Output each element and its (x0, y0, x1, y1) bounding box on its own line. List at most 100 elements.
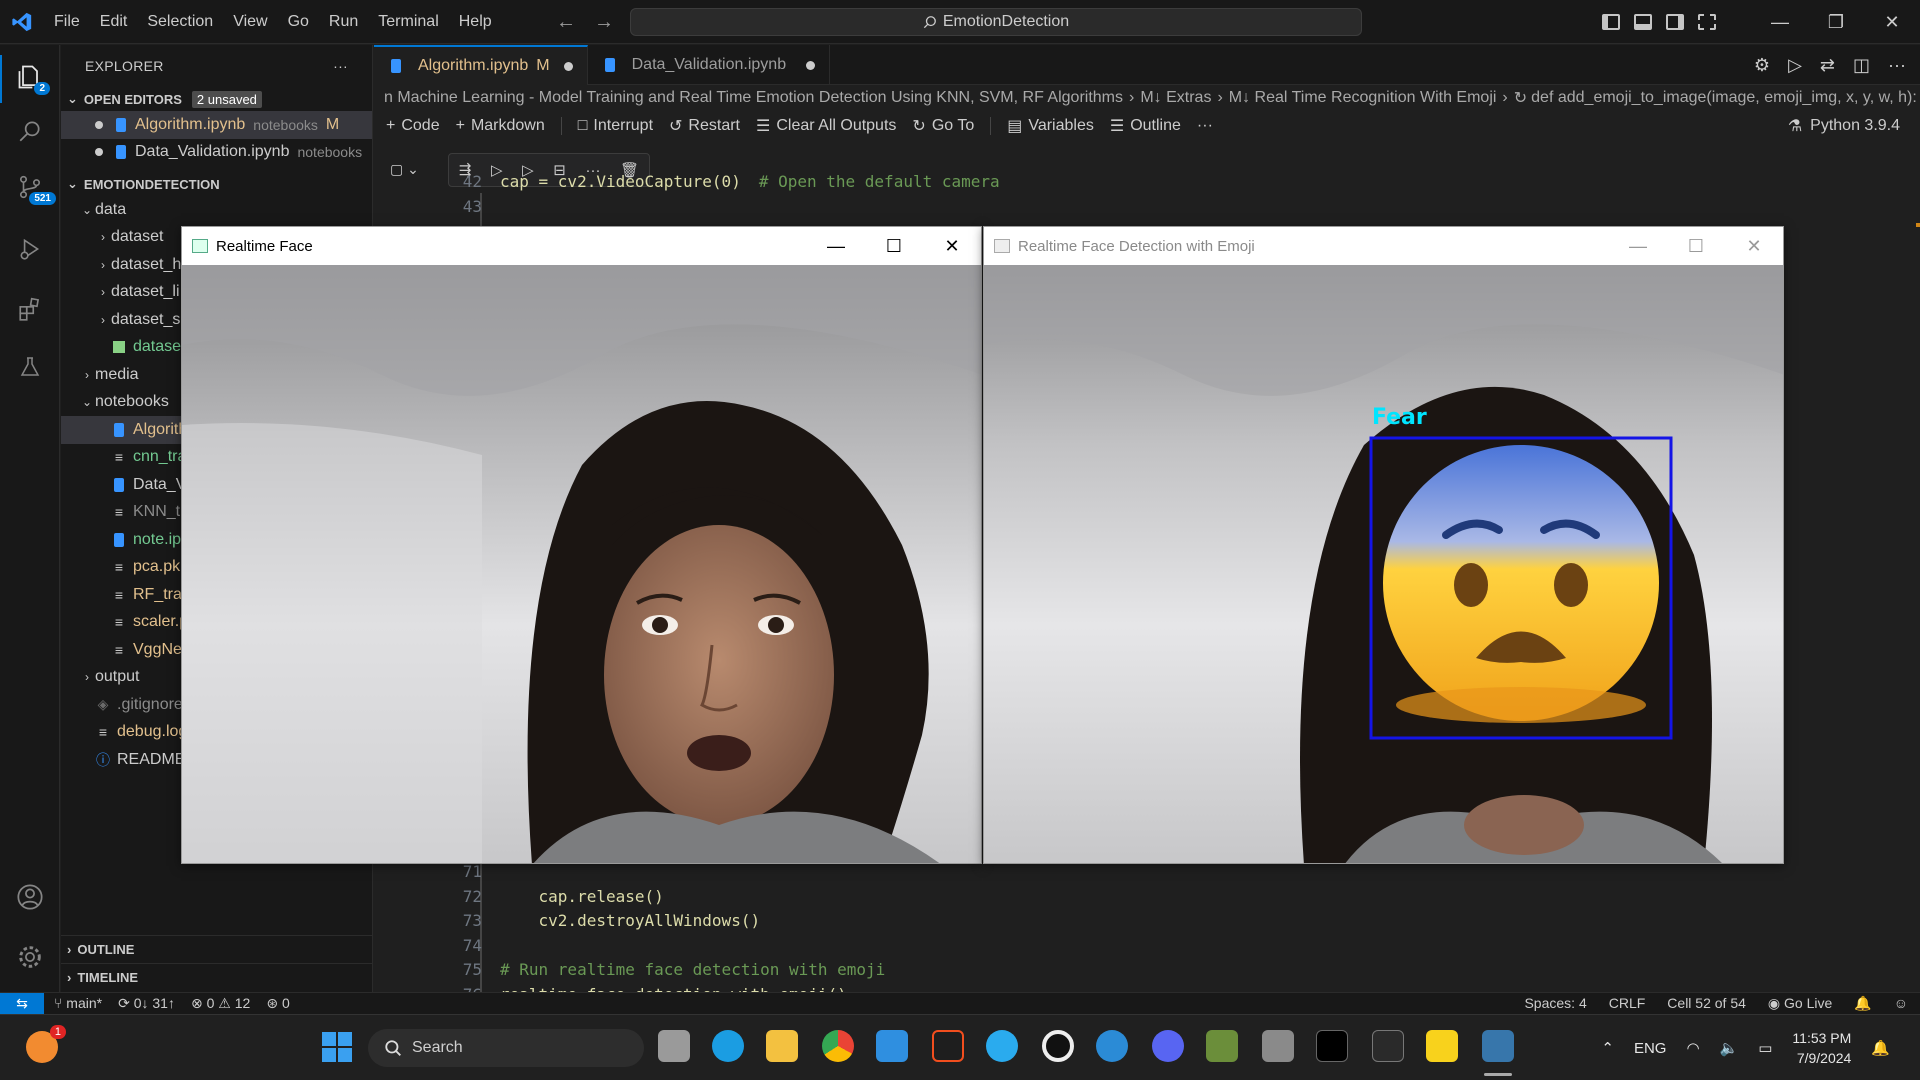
minimize-button[interactable]: — (1752, 0, 1808, 44)
restart-button[interactable]: ↺ Restart (669, 116, 740, 136)
timeline-section[interactable]: › TIMELINE (61, 963, 372, 991)
cell-collapse-icon[interactable]: ▢ ⌄ (390, 161, 419, 178)
menu-help[interactable]: Help (449, 0, 502, 44)
command-center-search[interactable]: EmotionDetection (630, 8, 1362, 36)
add-markdown-button[interactable]: + Markdown (456, 117, 545, 135)
problems-status[interactable]: ⊗ 0 ⚠ 12 (191, 995, 250, 1012)
close-button[interactable]: ✕ (1864, 0, 1920, 44)
toggle-panel-icon[interactable] (1634, 14, 1652, 30)
tab-algorithm[interactable]: Algorithm.ipynb M (374, 45, 588, 85)
tree-item[interactable]: ⌄ data (61, 196, 372, 224)
testing-icon[interactable] (10, 347, 50, 387)
chrome-icon[interactable] (822, 1030, 854, 1062)
recorder-icon[interactable] (1042, 1030, 1074, 1062)
vpn-icon[interactable] (1096, 1030, 1128, 1062)
notifications-bell-icon[interactable]: 🔔 (1854, 995, 1871, 1012)
interrupt-button[interactable]: □ Interrupt (578, 117, 653, 135)
sync-status[interactable]: ⟳ 0↓ 31↑ (118, 995, 175, 1012)
more-actions-icon[interactable]: ··· (1888, 55, 1906, 76)
volume-icon[interactable]: 🔈 (1720, 1039, 1739, 1057)
remote-indicator-icon[interactable]: ⇆ (0, 992, 44, 1015)
menu-run[interactable]: Run (319, 0, 368, 44)
cell-status[interactable]: Cell 52 of 54 (1667, 995, 1746, 1012)
run-debug-icon[interactable] (10, 229, 50, 269)
menu-file[interactable]: File (44, 0, 90, 44)
maximize-button[interactable]: ☐ (1667, 227, 1725, 265)
game-launcher-icon[interactable] (1262, 1030, 1294, 1062)
branch-status[interactable]: ⑂ main* (54, 995, 102, 1012)
search-icon[interactable] (10, 111, 50, 151)
unsaved-dot-icon[interactable] (806, 60, 816, 70)
vscode-icon[interactable] (876, 1030, 908, 1062)
outline-button[interactable]: ☰ Outline (1110, 116, 1181, 136)
code-text[interactable] (500, 197, 518, 216)
menu-go[interactable]: Go (278, 0, 319, 44)
breadcrumb-item[interactable]: def add_emoji_to_image(image, emoji_img,… (1531, 89, 1917, 107)
code-text[interactable]: cap = cv2.VideoCapture(0) # Open the defa… (500, 172, 1000, 191)
close-button[interactable]: ✕ (1725, 227, 1783, 265)
discord-icon[interactable] (1152, 1030, 1184, 1062)
gear-icon[interactable]: ⚙ (1754, 55, 1770, 76)
code-text[interactable]: cv2.destroyAllWindows() (500, 911, 761, 930)
source-control-icon[interactable]: 521 (10, 167, 56, 207)
unsaved-dot-icon[interactable] (563, 61, 573, 71)
figma-icon[interactable] (932, 1030, 964, 1062)
task-view-icon[interactable] (658, 1030, 690, 1062)
wifi-icon[interactable]: ◠ (1686, 1039, 1699, 1057)
telegram-icon[interactable] (986, 1030, 1018, 1062)
run-icon[interactable]: ▷ (1788, 55, 1802, 76)
windows-start-icon[interactable] (322, 1032, 352, 1062)
chevron-up-icon[interactable]: ⌃ (1601, 1039, 1614, 1057)
open-editor-item[interactable]: Data_Validation.ipynb notebooks (61, 139, 372, 167)
go-live-button[interactable]: ◉ Go Live (1768, 995, 1832, 1012)
add-code-button[interactable]: + Code (386, 117, 440, 135)
toggle-secondary-sidebar-icon[interactable] (1666, 14, 1684, 30)
restore-button[interactable]: ❐ (1808, 0, 1864, 44)
window-titlebar[interactable]: Realtime Face Detection with Emoji — ☐ ✕ (984, 227, 1783, 265)
eol-status[interactable]: CRLF (1609, 995, 1646, 1012)
accounts-icon[interactable] (10, 877, 50, 917)
window-titlebar[interactable]: Realtime Face — ☐ ✕ (182, 227, 981, 265)
indentation-status[interactable]: Spaces: 4 (1524, 995, 1586, 1012)
battery-icon[interactable]: ▭ (1758, 1039, 1772, 1057)
tab-data-validation[interactable]: Data_Validation.ipynb (588, 45, 831, 85)
extensions-icon[interactable] (10, 289, 50, 329)
code-text[interactable]: cap.release() (500, 887, 664, 906)
back-arrow-icon[interactable]: ← (556, 11, 576, 34)
more-actions-icon[interactable]: ··· (1197, 117, 1213, 135)
open-editor-item[interactable]: Algorithm.ipynb notebooks M (61, 111, 372, 139)
toggle-sidebar-icon[interactable] (1602, 14, 1620, 30)
menu-selection[interactable]: Selection (137, 0, 223, 44)
minimize-button[interactable]: — (807, 227, 865, 265)
compare-icon[interactable]: ⇄ (1820, 55, 1835, 76)
game-icon[interactable] (1316, 1030, 1348, 1062)
language-indicator[interactable]: ENG (1634, 1040, 1667, 1057)
notification-bell-icon[interactable]: 🔔 (1871, 1039, 1890, 1057)
customize-layout-icon[interactable] (1698, 14, 1716, 30)
kernel-picker[interactable]: ⚗ Python 3.9.4 (1788, 111, 1900, 141)
breadcrumb-item[interactable]: M↓ Extras (1140, 89, 1211, 107)
code-text[interactable]: # Run realtime face detection with emoji (500, 960, 885, 979)
emoji-detection-window[interactable]: Realtime Face Detection with Emoji — ☐ ✕ (983, 226, 1784, 864)
project-section[interactable]: ⌄ EMOTIONDETECTION (61, 172, 372, 196)
breadcrumb-item[interactable]: n Machine Learning - Model Training and … (384, 89, 1123, 107)
weather-widget-icon[interactable]: 1 (26, 1025, 66, 1063)
sticky-notes-icon[interactable] (1426, 1030, 1458, 1062)
forward-arrow-icon[interactable]: → (594, 11, 614, 34)
menu-view[interactable]: View (223, 0, 277, 44)
menu-terminal[interactable]: Terminal (368, 0, 448, 44)
ports-status[interactable]: ⊛ 0 (266, 995, 289, 1012)
minimize-button[interactable]: — (1609, 227, 1667, 265)
file-explorer-icon[interactable] (766, 1030, 798, 1062)
clear-outputs-button[interactable]: ☰ Clear All Outputs (756, 116, 896, 136)
epic-games-icon[interactable] (1372, 1030, 1404, 1062)
close-button[interactable]: ✕ (923, 227, 981, 265)
python-icon[interactable] (1482, 1030, 1514, 1062)
maximize-button[interactable]: ☐ (865, 227, 923, 265)
copilot-icon[interactable]: ☺ (1894, 995, 1908, 1012)
settings-gear-icon[interactable] (10, 937, 50, 977)
variables-button[interactable]: ▤ Variables (1007, 116, 1094, 136)
realtime-face-window[interactable]: Realtime Face — ☐ ✕ (181, 226, 982, 864)
more-actions-icon[interactable]: ··· (333, 58, 348, 74)
split-editor-icon[interactable]: ◫ (1853, 55, 1870, 76)
